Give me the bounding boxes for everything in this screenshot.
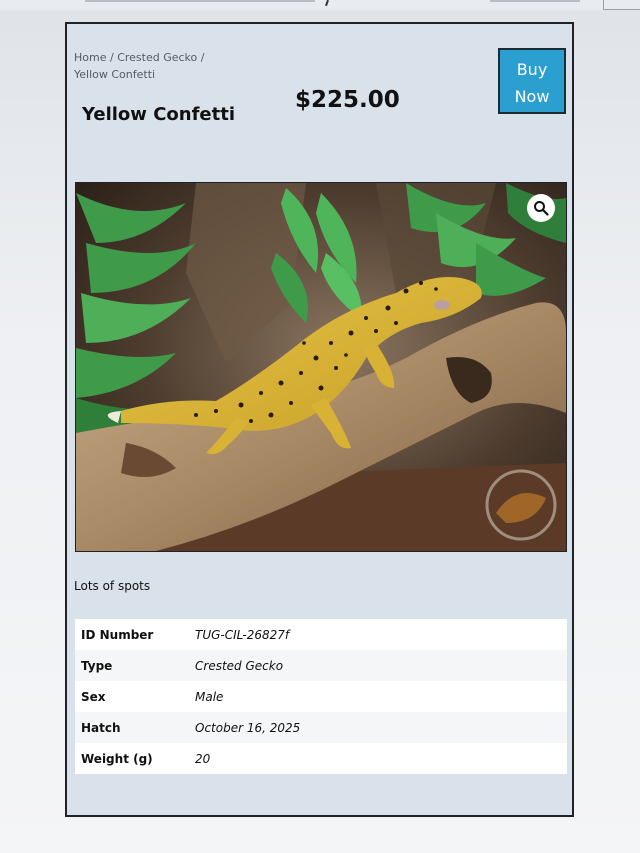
buy-now-label: Buy Now — [514, 60, 550, 106]
strip-mark — [325, 0, 329, 7]
spec-label: Hatch — [81, 720, 121, 735]
product-description: Lots of spots — [74, 579, 151, 593]
table-row: Weight (g) 20 — [75, 743, 567, 774]
spec-label: Sex — [81, 689, 106, 704]
spec-value: 20 — [195, 751, 211, 766]
strip-line — [85, 0, 315, 2]
breadcrumb-home-link[interactable]: Home — [74, 51, 106, 64]
table-row: Hatch October 16, 2025 — [75, 712, 567, 743]
spec-label: Type — [81, 658, 113, 673]
breadcrumb-separator: / — [106, 51, 118, 64]
specs-table: ID Number TUG-CIL-26827f Type Crested Ge… — [75, 619, 567, 774]
breadcrumb: Home / Crested Gecko / Yellow Confetti — [74, 49, 234, 83]
product-price: $225.00 — [295, 87, 400, 113]
browser-top-strip — [0, 0, 640, 10]
gecko-photo — [76, 183, 566, 551]
table-row: Sex Male — [75, 681, 567, 712]
spec-value: TUG-CIL-26827f — [195, 627, 290, 642]
spec-value: Crested Gecko — [195, 658, 284, 673]
spec-label: ID Number — [81, 627, 154, 642]
breadcrumb-current: Yellow Confetti — [74, 68, 156, 81]
search-icon — [534, 201, 549, 216]
spec-value: Male — [195, 689, 224, 704]
table-row: Type Crested Gecko — [75, 650, 567, 681]
table-row: ID Number TUG-CIL-26827f — [75, 619, 567, 650]
breadcrumb-category-link[interactable]: Crested Gecko — [117, 51, 197, 64]
strip-line — [490, 0, 580, 2]
spec-label: Weight (g) — [81, 751, 153, 766]
strip-box — [603, 0, 640, 10]
zoom-button[interactable] — [527, 194, 555, 222]
product-image[interactable] — [75, 182, 567, 552]
product-card: Home / Crested Gecko / Yellow Confetti Y… — [65, 22, 574, 817]
buy-now-button[interactable]: Buy Now — [498, 48, 566, 114]
product-title: Yellow Confetti — [82, 104, 235, 125]
breadcrumb-separator: / — [197, 51, 205, 64]
spec-value: October 16, 2025 — [195, 720, 301, 735]
